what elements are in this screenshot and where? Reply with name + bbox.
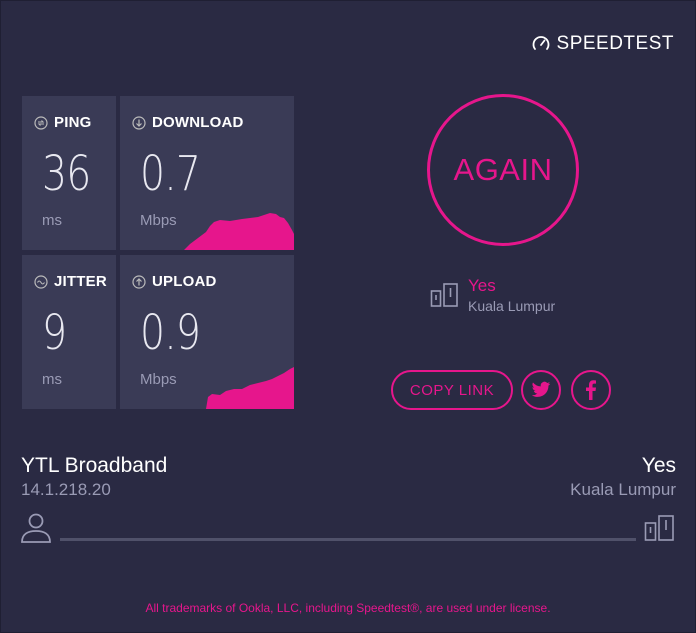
facebook-icon <box>586 380 596 400</box>
isp-ip: 14.1.218.20 <box>21 480 111 499</box>
gauge-icon <box>532 36 549 50</box>
jitter-icon <box>34 274 48 289</box>
upload-tile: UPLOAD 0.9 Mbps <box>120 255 294 409</box>
download-header: DOWNLOAD <box>132 114 244 131</box>
host-location: Kuala Lumpur <box>570 480 676 499</box>
logo-text: SPEEDTEST <box>556 33 674 54</box>
jitter-label: JITTER <box>54 273 107 290</box>
copy-link-button[interactable]: COPY LINK <box>391 370 513 410</box>
download-value: 0.7 <box>140 146 201 202</box>
twitter-icon <box>531 381 551 397</box>
copy-link-label: COPY LINK <box>409 381 495 399</box>
download-tile: DOWNLOAD 0.7 Mbps <box>120 96 294 250</box>
trademark-footer: All trademarks of Ookla, LLC, including … <box>145 601 551 615</box>
again-label: AGAIN <box>453 152 553 187</box>
person-icon <box>21 513 51 543</box>
jitter-tile: JITTER 9 ms <box>22 255 116 409</box>
server-name[interactable]: Yes <box>468 276 555 296</box>
upload-label: UPLOAD <box>152 273 217 290</box>
ping-header: PING <box>34 114 91 131</box>
isp-name: YTL Broadband <box>21 454 168 477</box>
facebook-share-button[interactable] <box>571 370 611 410</box>
ping-tile: PING 36 ms <box>22 96 116 250</box>
upload-header: UPLOAD <box>132 273 217 290</box>
speedtest-logo: SPEEDTEST <box>531 33 674 55</box>
download-graph <box>184 213 294 250</box>
jitter-value: 9 <box>42 305 67 361</box>
ping-label: PING <box>54 114 92 131</box>
host-server-icon <box>644 515 674 541</box>
download-arrow-icon <box>132 115 146 130</box>
server-location: Kuala Lumpur <box>468 298 556 314</box>
upload-value: 0.9 <box>140 305 201 361</box>
twitter-share-button[interactable] <box>521 370 561 410</box>
jitter-unit: ms <box>42 371 62 388</box>
host-name: Yes <box>641 454 676 477</box>
connection-line <box>60 538 636 541</box>
download-unit: Mbps <box>140 212 177 229</box>
ping-unit: ms <box>42 212 62 229</box>
again-button[interactable]: AGAIN <box>427 94 579 246</box>
ping-value: 36 <box>42 146 91 202</box>
server-icon <box>430 283 458 307</box>
ping-icon <box>34 115 48 130</box>
server-info: Yes Kuala Lumpur <box>430 276 555 314</box>
jitter-header: JITTER <box>34 273 107 290</box>
upload-unit: Mbps <box>140 371 177 388</box>
upload-arrow-icon <box>132 274 146 289</box>
upload-graph <box>206 367 294 409</box>
download-label: DOWNLOAD <box>152 114 244 131</box>
